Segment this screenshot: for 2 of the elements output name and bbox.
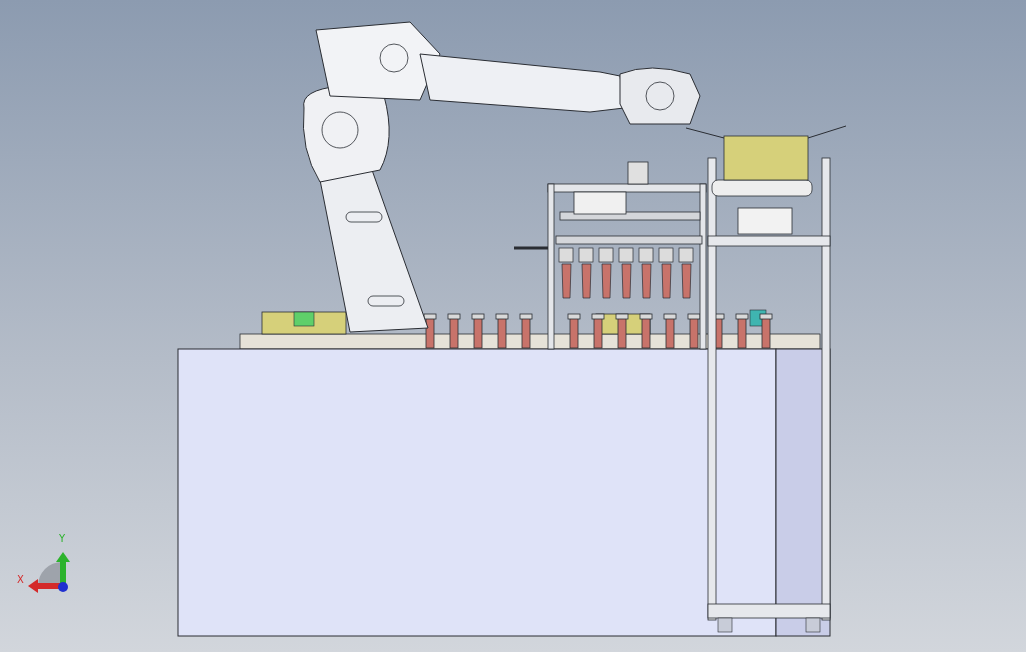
- x-axis-label: X: [17, 574, 24, 585]
- y-axis-label: Y: [59, 533, 66, 544]
